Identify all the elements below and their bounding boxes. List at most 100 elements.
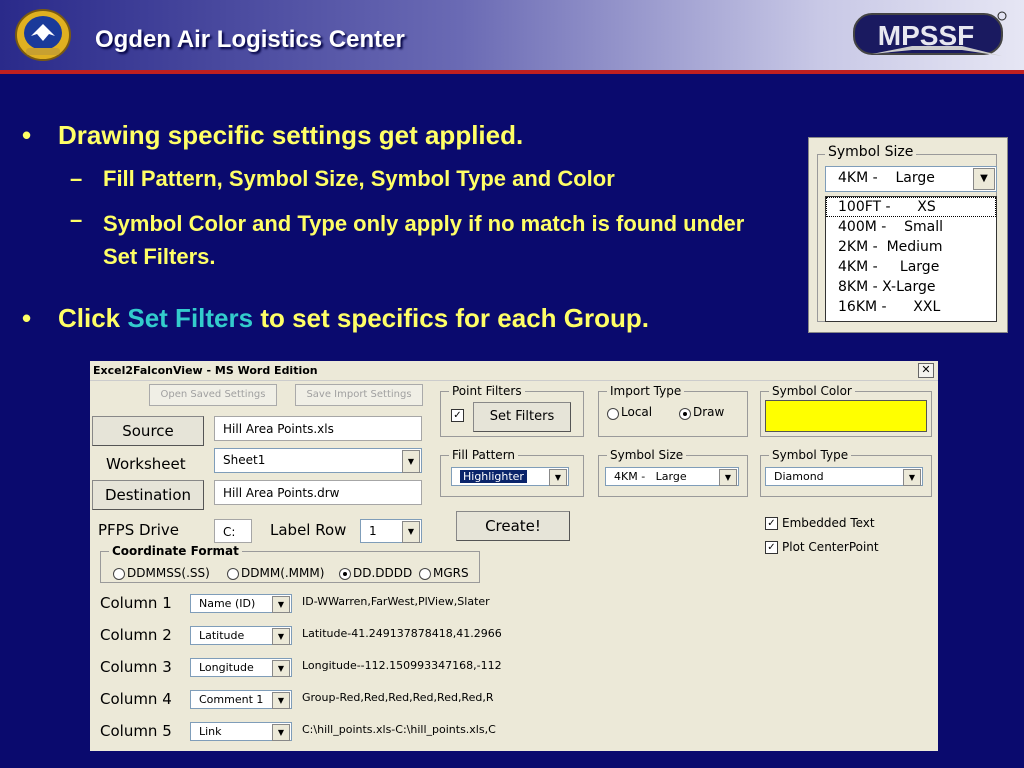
fill-pattern-combo[interactable]: Highlighter ▼ [451, 467, 569, 486]
sub-bullet-2-text: Symbol Color and Type only apply if no m… [103, 211, 745, 269]
mpssf-logo: MPSSF [853, 11, 1007, 56]
excel2falconview-dialog: Excel2FalconView - MS Word Edition ✕ Ope… [90, 361, 938, 751]
point-filters-checkbox[interactable]: ✓ [451, 409, 464, 422]
create-button[interactable]: Create! [456, 511, 570, 541]
source-field[interactable]: Hill Area Points.xls [214, 416, 422, 441]
column-field-combo[interactable]: Comment 1 ▼ [190, 690, 292, 709]
chevron-down-icon[interactable]: ▼ [719, 469, 737, 486]
pfps-drive-field[interactable]: C: [214, 519, 252, 543]
point-filters-group: Point Filters ✓ Set Filters [440, 384, 584, 437]
dropdown-option[interactable]: 4KM - Large [826, 257, 996, 277]
symbol-type-group: Symbol Type Diamond ▼ [760, 448, 932, 497]
label-row-value: 1 [369, 524, 377, 538]
label-row-label: Label Row [270, 521, 347, 539]
set-filters-button[interactable]: Set Filters [473, 402, 571, 432]
inset-combo-value: 4KM - Large [838, 170, 935, 186]
radio-dd-dddd-label: DD.DDDD [353, 566, 413, 580]
radio-ddmmss-label: DDMMSS(.SS) [127, 566, 210, 580]
label-row-combo[interactable]: 1 ▼ [360, 519, 422, 543]
column-preview: Latitude-41.249137878418,41.2966 [302, 627, 502, 640]
column-field-combo[interactable]: Latitude ▼ [190, 626, 292, 645]
point-filters-legend: Point Filters [449, 384, 525, 398]
chevron-down-icon[interactable]: ▼ [903, 469, 921, 486]
bullet-marker: • [22, 120, 32, 150]
column-label: Column 4 [100, 690, 172, 708]
header-band: Ogden Air Logistics Center MPSSF [0, 0, 1024, 70]
radio-mgrs-label: MGRS [433, 566, 469, 580]
symbol-size-combo[interactable]: 4KM - Large ▼ [605, 467, 739, 486]
column-preview: Group-Red,Red,Red,Red,Red,Red,R [302, 691, 494, 704]
chevron-down-icon[interactable]: ▼ [402, 450, 420, 473]
chevron-down-icon[interactable]: ▼ [272, 628, 290, 645]
dropdown-option[interactable]: 100FT - XS [826, 197, 996, 217]
plot-centerpoint-label: Plot CenterPoint [782, 540, 879, 554]
chevron-down-icon[interactable]: ▼ [272, 596, 290, 613]
symbol-color-swatch[interactable] [765, 400, 927, 432]
sub-bullet-marker: – [70, 166, 83, 191]
source-button[interactable]: Source [92, 416, 204, 446]
bullet-marker: • [22, 303, 32, 333]
column-field-value: Link [199, 725, 222, 738]
dialog-titlebar: Excel2FalconView - MS Word Edition ✕ [90, 361, 938, 381]
fill-pattern-value: Highlighter [460, 470, 527, 483]
import-type-group: Import Type Local Draw [598, 384, 748, 437]
chevron-down-icon[interactable]: ▼ [272, 660, 290, 677]
dropdown-option[interactable]: 16KM - XXL [826, 297, 996, 317]
radio-mgrs[interactable] [419, 568, 431, 580]
coordinate-format-legend: Coordinate Format [109, 544, 242, 558]
column-preview: ID-WWarren,FarWest,PlView,Slater [302, 595, 490, 608]
radio-local[interactable] [607, 408, 619, 420]
column-label: Column 5 [100, 722, 172, 740]
symbol-type-combo[interactable]: Diamond ▼ [765, 467, 923, 486]
sub-bullet-1-text: Fill Pattern, Symbol Size, Symbol Type a… [103, 166, 615, 191]
destination-button[interactable]: Destination [92, 480, 204, 510]
column-label: Column 1 [100, 594, 172, 612]
close-icon[interactable]: ✕ [918, 363, 934, 378]
chevron-down-icon[interactable]: ▼ [549, 469, 567, 486]
column-field-combo[interactable]: Longitude ▼ [190, 658, 292, 677]
column-label: Column 2 [100, 626, 172, 644]
embedded-text-checkbox[interactable]: ✓ [765, 517, 778, 530]
radio-ddmm[interactable] [227, 568, 239, 580]
radio-ddmm-label: DDMM(.MMM) [241, 566, 325, 580]
save-import-settings-button[interactable]: Save Import Settings [295, 384, 423, 406]
column-field-value: Latitude [199, 629, 245, 642]
column-field-combo[interactable]: Link ▼ [190, 722, 292, 741]
worksheet-label: Worksheet [106, 455, 186, 473]
dialog-title: Excel2FalconView - MS Word Edition [93, 364, 318, 377]
inset-symbol-size-combo[interactable]: 4KM - Large ▼ [825, 166, 997, 192]
header-title: Ogden Air Logistics Center [95, 26, 405, 53]
radio-draw[interactable] [679, 408, 691, 420]
symbol-size-legend: Symbol Size [607, 448, 687, 462]
symbol-size-group: Symbol Size 4KM - Large ▼ [598, 448, 748, 497]
radio-local-label: Local [621, 405, 653, 419]
bullet-2-text: Click Set Filters to set specifics for e… [58, 303, 649, 333]
coordinate-format-group: Coordinate Format DDMMSS(.SS) DDMM(.MMM)… [100, 544, 480, 583]
dropdown-option[interactable]: 400M - Small [826, 217, 996, 237]
radio-dd-dddd[interactable] [339, 568, 351, 580]
radio-draw-label: Draw [693, 405, 725, 419]
column-field-value: Comment 1 [199, 693, 264, 706]
plot-centerpoint-checkbox[interactable]: ✓ [765, 541, 778, 554]
chevron-down-icon[interactable]: ▼ [272, 724, 290, 741]
chevron-down-icon[interactable]: ▼ [402, 521, 420, 543]
chevron-down-icon[interactable]: ▼ [272, 692, 290, 709]
open-saved-settings-button[interactable]: Open Saved Settings [149, 384, 277, 406]
import-type-legend: Import Type [607, 384, 685, 398]
dropdown-option[interactable]: 8KM - X-Large [826, 277, 996, 297]
symbol-type-legend: Symbol Type [769, 448, 852, 462]
bullet-1-text: Drawing specific settings get applied. [58, 120, 524, 150]
dropdown-option[interactable]: 2KM - Medium [826, 237, 996, 257]
chevron-down-icon[interactable]: ▼ [973, 168, 995, 190]
worksheet-combo[interactable]: Sheet1 ▼ [214, 448, 422, 473]
radio-ddmmss[interactable] [113, 568, 125, 580]
sub-bullet-marker: – [70, 207, 83, 232]
pfps-drive-label: PFPS Drive [98, 521, 179, 539]
column-field-combo[interactable]: Name (ID) ▼ [190, 594, 292, 613]
column-preview: C:\hill_points.xls-C:\hill_points.xls,C [302, 723, 496, 736]
symbol-size-inset: Symbol Size 4KM - Large ▼ 100FT - XS 400… [808, 137, 1008, 333]
destination-field[interactable]: Hill Area Points.drw [214, 480, 422, 505]
inset-legend: Symbol Size [825, 144, 917, 160]
column-label: Column 3 [100, 658, 172, 676]
air-force-shield-icon [15, 9, 71, 61]
